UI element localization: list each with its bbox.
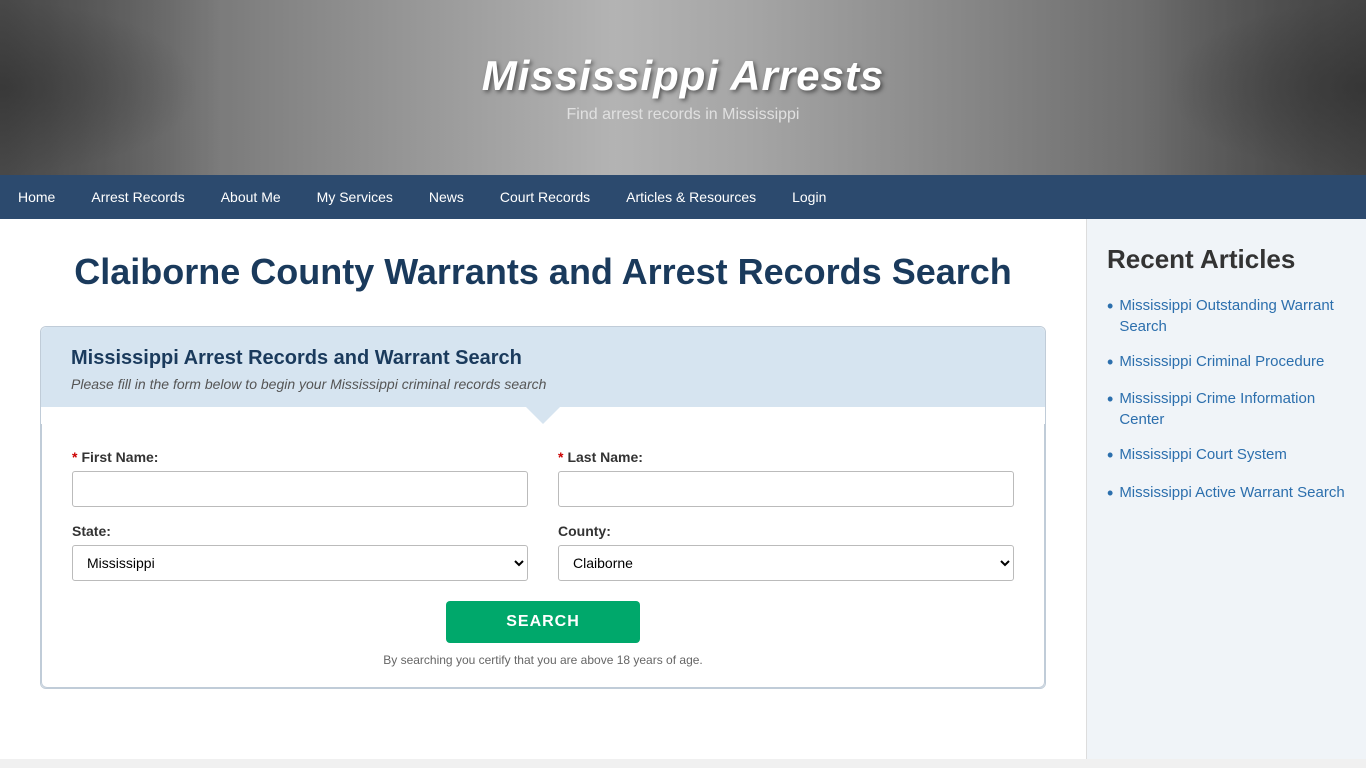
site-subtitle: Find arrest records in Mississippi bbox=[482, 106, 885, 124]
sidebar-link-4[interactable]: Mississippi Court System bbox=[1119, 444, 1287, 465]
sidebar: Recent Articles • Mississippi Outstandin… bbox=[1086, 219, 1366, 759]
hands-left-decoration bbox=[0, 0, 200, 175]
state-select[interactable]: Mississippi Alabama Arkansas Louisiana T… bbox=[72, 545, 528, 581]
county-label: County: bbox=[558, 523, 1014, 539]
nav-about-me[interactable]: About Me bbox=[203, 175, 299, 219]
page-body: Claiborne County Warrants and Arrest Rec… bbox=[0, 219, 1366, 759]
required-star-last: * bbox=[558, 449, 563, 465]
form-group-last-name: *Last Name: bbox=[558, 449, 1014, 507]
form-row-name: *First Name: *Last Name: bbox=[72, 449, 1014, 507]
list-item: • Mississippi Criminal Procedure bbox=[1107, 351, 1346, 374]
sidebar-link-1[interactable]: Mississippi Outstanding Warrant Search bbox=[1119, 295, 1346, 337]
bullet-icon-3: • bbox=[1107, 388, 1113, 411]
search-form: *First Name: *Last Name: State: bbox=[41, 424, 1045, 688]
sidebar-title: Recent Articles bbox=[1107, 244, 1346, 275]
page-title: Claiborne County Warrants and Arrest Rec… bbox=[40, 249, 1046, 296]
arrow-down-icon bbox=[525, 406, 561, 424]
bullet-icon-2: • bbox=[1107, 351, 1113, 374]
sidebar-article-list: • Mississippi Outstanding Warrant Search… bbox=[1107, 295, 1346, 505]
nav-home[interactable]: Home bbox=[0, 175, 73, 219]
nav-services[interactable]: My Services bbox=[299, 175, 411, 219]
last-name-label: *Last Name: bbox=[558, 449, 1014, 465]
nav-arrest-records[interactable]: Arrest Records bbox=[73, 175, 202, 219]
nav-articles-resources[interactable]: Articles & Resources bbox=[608, 175, 774, 219]
list-item: • Mississippi Active Warrant Search bbox=[1107, 482, 1346, 505]
list-item: • Mississippi Court System bbox=[1107, 444, 1346, 467]
form-row-location: State: Mississippi Alabama Arkansas Loui… bbox=[72, 523, 1014, 581]
site-title: Mississippi Arrests bbox=[482, 52, 885, 100]
form-note: By searching you certify that you are ab… bbox=[72, 653, 1014, 667]
first-name-label: *First Name: bbox=[72, 449, 528, 465]
search-btn-row: SEARCH bbox=[72, 601, 1014, 643]
search-box: Mississippi Arrest Records and Warrant S… bbox=[40, 326, 1046, 689]
search-button[interactable]: SEARCH bbox=[446, 601, 640, 643]
form-group-first-name: *First Name: bbox=[72, 449, 528, 507]
list-item: • Mississippi Crime Information Center bbox=[1107, 388, 1346, 430]
bullet-icon-5: • bbox=[1107, 482, 1113, 505]
nav-login[interactable]: Login bbox=[774, 175, 844, 219]
form-group-state: State: Mississippi Alabama Arkansas Loui… bbox=[72, 523, 528, 581]
search-box-heading: Mississippi Arrest Records and Warrant S… bbox=[71, 347, 1015, 370]
first-name-input[interactable] bbox=[72, 471, 528, 507]
search-box-subheading: Please fill in the form below to begin y… bbox=[71, 376, 1015, 392]
search-box-arrow bbox=[41, 406, 1045, 424]
header-text-block: Mississippi Arrests Find arrest records … bbox=[482, 52, 885, 124]
main-nav: Home Arrest Records About Me My Services… bbox=[0, 175, 1366, 219]
main-content: Claiborne County Warrants and Arrest Rec… bbox=[0, 219, 1086, 759]
county-select[interactable]: Claiborne Adams Alcorn Amite Attala bbox=[558, 545, 1014, 581]
nav-news[interactable]: News bbox=[411, 175, 482, 219]
list-item: • Mississippi Outstanding Warrant Search bbox=[1107, 295, 1346, 337]
sidebar-link-3[interactable]: Mississippi Crime Information Center bbox=[1119, 388, 1346, 430]
sidebar-link-5[interactable]: Mississippi Active Warrant Search bbox=[1119, 482, 1344, 503]
required-star-first: * bbox=[72, 449, 77, 465]
search-box-header: Mississippi Arrest Records and Warrant S… bbox=[41, 327, 1045, 407]
nav-court-records[interactable]: Court Records bbox=[482, 175, 608, 219]
last-name-input[interactable] bbox=[558, 471, 1014, 507]
form-group-county: County: Claiborne Adams Alcorn Amite Att… bbox=[558, 523, 1014, 581]
bullet-icon-4: • bbox=[1107, 444, 1113, 467]
sidebar-link-2[interactable]: Mississippi Criminal Procedure bbox=[1119, 351, 1324, 372]
hands-right-decoration bbox=[1166, 0, 1366, 175]
state-label: State: bbox=[72, 523, 528, 539]
bullet-icon-1: • bbox=[1107, 295, 1113, 318]
site-header: Mississippi Arrests Find arrest records … bbox=[0, 0, 1366, 175]
